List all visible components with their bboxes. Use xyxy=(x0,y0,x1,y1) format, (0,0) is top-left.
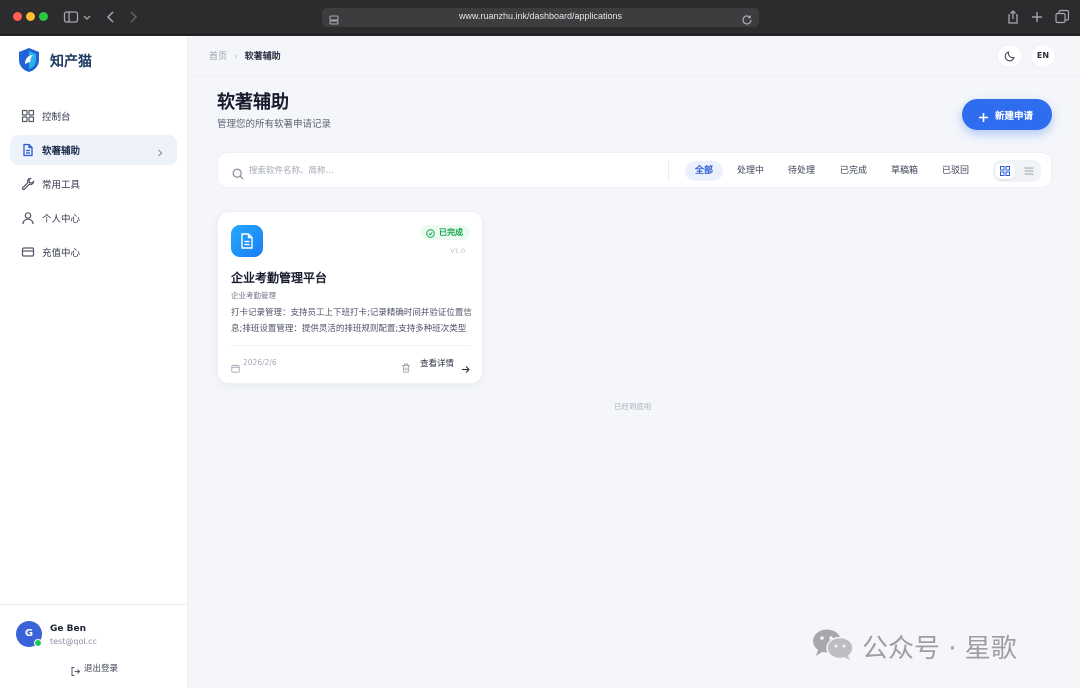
status-badge: 已完成 xyxy=(420,225,470,240)
tab-rejected[interactable]: 已驳回 xyxy=(932,161,979,181)
calendar-icon xyxy=(231,358,240,373)
grid-view-icon xyxy=(1000,166,1010,176)
forward-icon[interactable] xyxy=(125,9,141,25)
user-email: test@qol.cc xyxy=(50,637,97,646)
end-of-list-text: 已经到底啦 xyxy=(614,402,652,411)
trash-icon[interactable] xyxy=(401,358,411,373)
sidebar-item-label: 个人中心 xyxy=(42,214,81,225)
grid-view-button[interactable] xyxy=(995,163,1015,179)
sidebar-item-profile[interactable]: 个人中心 xyxy=(10,203,177,233)
sidebar-item-tools[interactable]: 常用工具 xyxy=(10,169,177,199)
page-subtitle: 管理您的所有软著申请记录 xyxy=(217,119,332,130)
sidebar-item-label: 控制台 xyxy=(42,112,71,123)
breadcrumb-home[interactable]: 首页 xyxy=(209,52,227,62)
chevron-right-icon xyxy=(155,144,165,157)
sidebar: 知产猫 控制台 软著辅助 常用工具 个人中心 充值中心 G Ge Ben tes… xyxy=(0,36,188,688)
sidebar-item-recharge[interactable]: 充值中心 xyxy=(10,237,177,267)
url-text: www.ruanzhu.ink/dashboard/applications xyxy=(458,11,623,21)
brand-name: 知产猫 xyxy=(50,54,92,70)
wrench-icon xyxy=(21,177,35,191)
card-title: 企业考勤管理平台 xyxy=(231,271,328,285)
sidebar-item-label: 软著辅助 xyxy=(42,146,81,157)
search-input[interactable] xyxy=(249,162,649,180)
document-icon xyxy=(231,225,263,257)
list-view-icon xyxy=(1024,167,1034,175)
list-view-button[interactable] xyxy=(1019,163,1039,179)
online-status-dot xyxy=(34,639,42,647)
user-name: Ge Ben xyxy=(50,624,86,634)
language-toggle-button[interactable]: EN xyxy=(1030,44,1056,68)
brand-logo-icon[interactable] xyxy=(17,47,41,73)
check-circle-icon xyxy=(426,228,435,238)
close-window-button[interactable] xyxy=(13,12,22,21)
logout-icon xyxy=(70,662,81,677)
view-toggle xyxy=(993,160,1041,182)
new-tab-icon[interactable] xyxy=(1029,9,1045,25)
new-application-button[interactable]: 新建申请 xyxy=(962,99,1052,130)
card-short-name: 企业考勤管理 xyxy=(231,291,276,300)
watermark-text: 公众号 · 星歌 xyxy=(862,634,1017,664)
moon-icon xyxy=(1004,51,1015,62)
search-icon xyxy=(232,165,244,180)
card-divider xyxy=(231,345,471,346)
card-date: 2026/2/6 xyxy=(243,358,277,367)
plus-icon xyxy=(978,108,989,122)
sidebar-toggle-icon[interactable] xyxy=(63,9,79,25)
breadcrumb-current: 软著辅助 xyxy=(244,52,281,62)
theme-toggle-button[interactable] xyxy=(997,44,1023,68)
breadcrumb: 首页 › 软著辅助 xyxy=(209,49,281,62)
page-title: 软著辅助 xyxy=(217,92,289,113)
card-icon xyxy=(21,245,35,259)
grid-icon xyxy=(21,109,35,123)
zoom-window-button[interactable] xyxy=(39,12,48,21)
tab-pending[interactable]: 待处理 xyxy=(778,161,825,181)
address-bar[interactable]: www.ruanzhu.ink/dashboard/applications xyxy=(322,8,759,27)
reload-icon[interactable] xyxy=(741,11,753,25)
arrow-right-icon[interactable] xyxy=(461,359,470,373)
tab-drafts[interactable]: 草稿箱 xyxy=(881,161,928,181)
card-description: 打卡记录管理：支持员工上下班打卡;记录精确时间并验证位置信息;排班设置管理：提供… xyxy=(231,308,472,334)
app-window: 知产猫 控制台 软著辅助 常用工具 个人中心 充值中心 G Ge Ben tes… xyxy=(0,36,1080,688)
sidebar-item-copyright-assist[interactable]: 软著辅助 xyxy=(10,135,177,165)
tab-processing[interactable]: 处理中 xyxy=(727,161,774,181)
view-details-link[interactable]: 查看详情 xyxy=(420,357,454,369)
topbar-divider xyxy=(189,75,1080,76)
tab-all[interactable]: 全部 xyxy=(685,161,724,181)
wechat-icon xyxy=(812,628,854,660)
share-icon[interactable] xyxy=(1005,9,1021,25)
chevron-down-icon[interactable] xyxy=(82,9,92,25)
filter-divider xyxy=(668,161,669,181)
logout-label: 退出登录 xyxy=(84,664,119,674)
application-card[interactable]: 已完成 V1.0 企业考勤管理平台 企业考勤管理 打卡记录管理：支持员工上下班打… xyxy=(217,211,483,384)
filter-bar: 全部 处理中 待处理 已完成 草稿箱 已驳回 xyxy=(217,152,1052,188)
user-icon xyxy=(21,211,35,225)
status-label: 已完成 xyxy=(439,228,463,237)
new-application-label: 新建申请 xyxy=(995,111,1034,122)
sidebar-divider xyxy=(0,604,187,605)
sidebar-item-label: 常用工具 xyxy=(42,180,81,191)
tab-completed[interactable]: 已完成 xyxy=(830,161,877,181)
back-icon[interactable] xyxy=(103,9,119,25)
version-label: V1.0 xyxy=(450,247,465,255)
document-icon xyxy=(21,143,35,157)
sidebar-item-dashboard[interactable]: 控制台 xyxy=(10,101,177,131)
breadcrumb-separator-icon: › xyxy=(234,52,238,62)
minimize-window-button[interactable] xyxy=(26,12,35,21)
browser-toolbar: www.ruanzhu.ink/dashboard/applications xyxy=(0,0,1080,35)
tab-overview-icon[interactable] xyxy=(1054,9,1070,25)
sidebar-item-label: 充值中心 xyxy=(42,248,81,259)
